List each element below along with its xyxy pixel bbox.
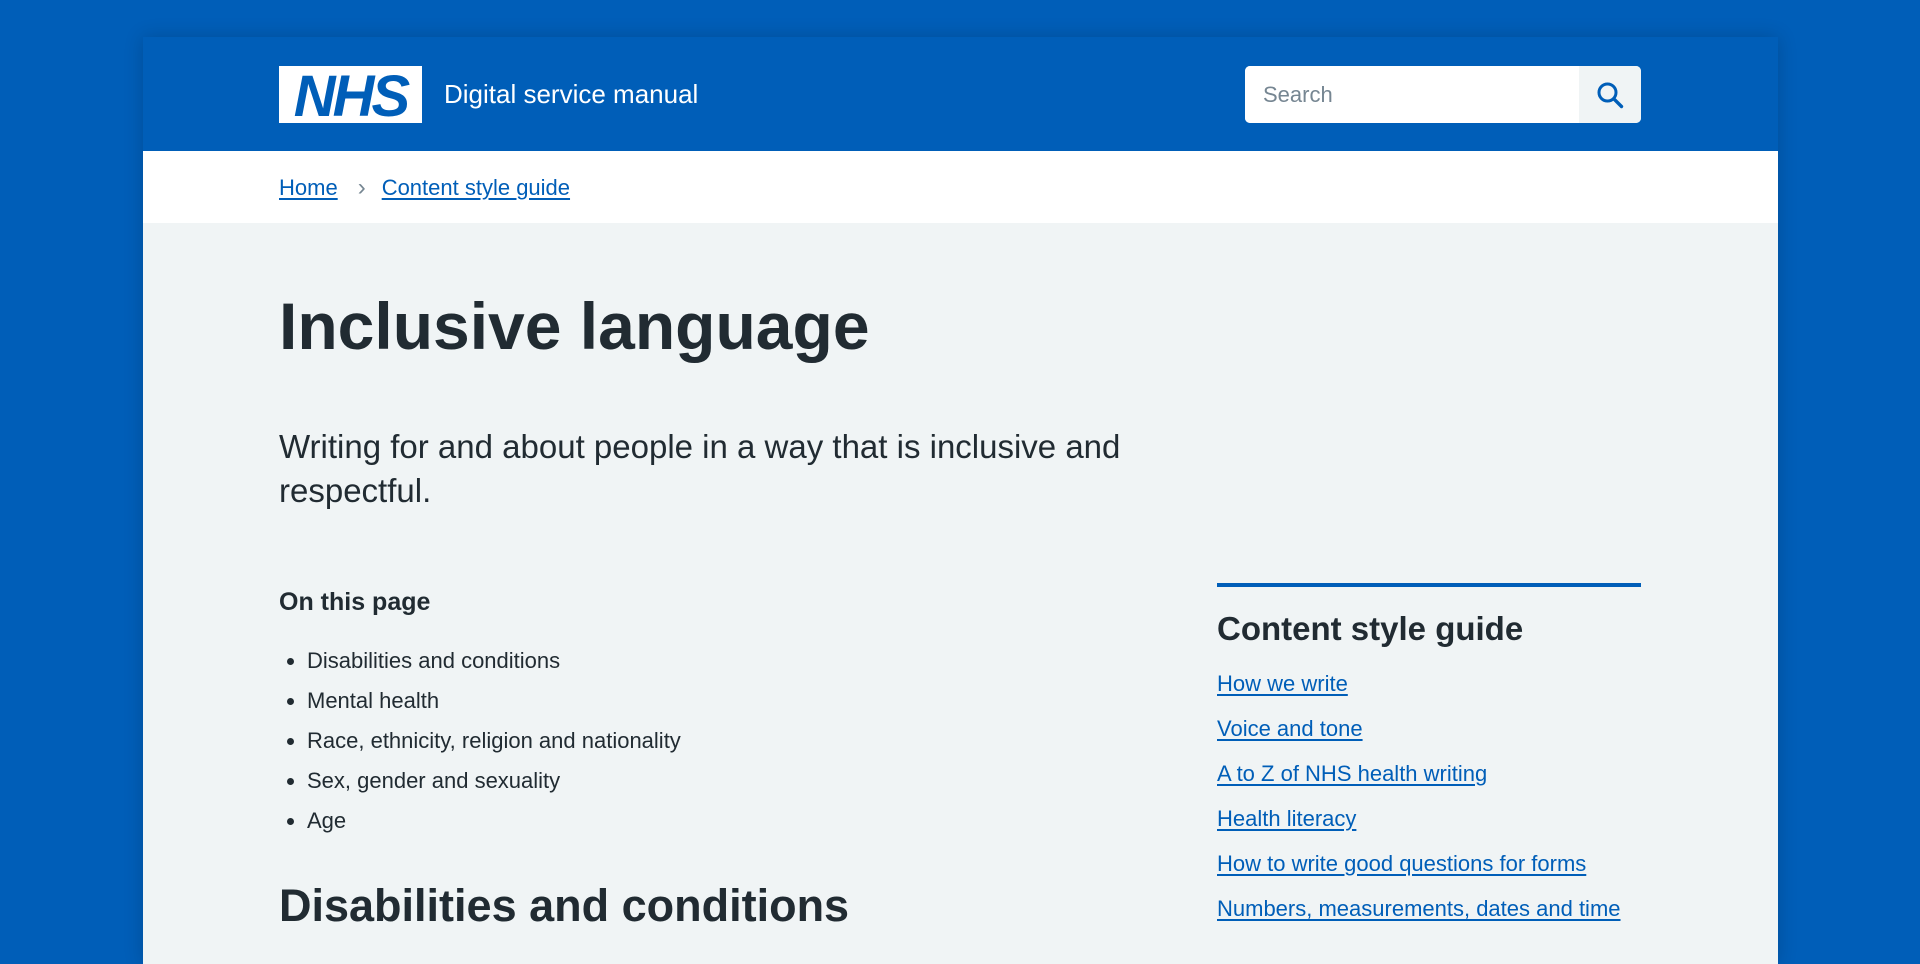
side-nav-link-voice-and-tone[interactable]: Voice and tone [1217,716,1363,741]
list-item: How to write good questions for forms [1217,847,1641,881]
list-item: A to Z of NHS health writing [1217,757,1641,791]
service-name[interactable]: Digital service manual [444,79,698,109]
search-icon [1597,82,1624,108]
list-item: How we write [1217,667,1641,701]
list-item: Race, ethnicity, religion and nationalit… [307,721,681,761]
chevron-right-icon: › [357,174,366,201]
list-item: Mental health [307,681,681,721]
list-item: Sex, gender and sexuality [307,761,681,801]
list-item: Disabilities and conditions [307,641,681,681]
side-nav-link-how-we-write[interactable]: How we write [1217,671,1348,696]
search-input[interactable] [1245,66,1579,123]
search-form [1245,66,1641,123]
list-item: Health literacy [1217,802,1641,836]
on-this-page-heading: On this page [279,588,431,616]
side-nav-link-health-literacy[interactable]: Health literacy [1217,806,1356,831]
list-item: Numbers, measurements, dates and time [1217,892,1641,926]
list-item: Age [307,801,681,841]
browser-page: NHS Digital service manual Home › Conten… [143,37,1778,964]
search-button[interactable] [1579,66,1641,123]
page-title: Inclusive language [279,289,870,363]
side-nav-link-numbers-dates-time[interactable]: Numbers, measurements, dates and time [1217,896,1621,921]
side-nav-title: Content style guide [1217,610,1524,647]
breadcrumb: Home › Content style guide [279,175,570,201]
nhs-logo-text: NHS [294,66,411,123]
breadcrumb-bar: Home › Content style guide [143,151,1778,223]
site-header: NHS Digital service manual [143,37,1778,151]
side-nav-link-a-to-z[interactable]: A to Z of NHS health writing [1217,761,1487,786]
on-this-page-list: Disabilities and conditions Mental healt… [279,641,681,841]
breadcrumb-home-link[interactable]: Home [279,175,338,201]
section-heading-disabilities: Disabilities and conditions [279,880,850,931]
side-nav-list: How we write Voice and tone A to Z of NH… [1217,667,1641,926]
lede-text: Writing for and about people in a way th… [279,428,1121,509]
content-style-guide-nav: Content style guide How we write Voice a… [1217,583,1641,937]
nhs-logo: NHS [279,66,422,123]
list-item: Voice and tone [1217,712,1641,746]
breadcrumb-content-style-guide-link[interactable]: Content style guide [382,175,570,201]
side-nav-link-questions-for-forms[interactable]: How to write good questions for forms [1217,851,1586,876]
